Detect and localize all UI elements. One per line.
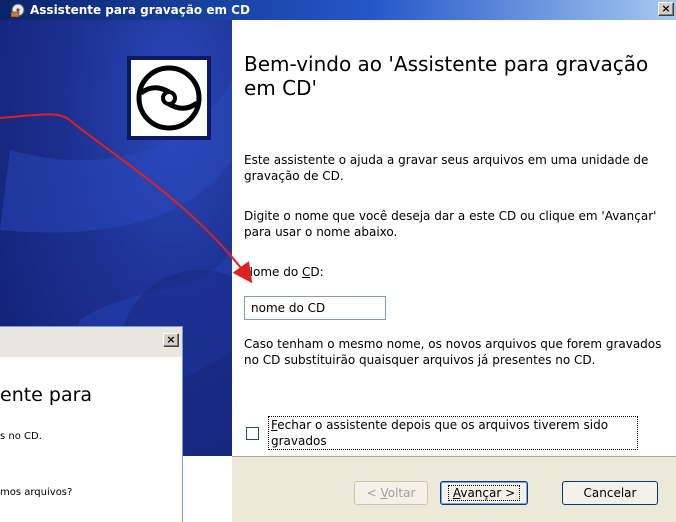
intro-text: Este assistente o ajuda a gravar seus ar… [244,153,649,183]
cd-name-label: Nome do CD: [244,264,664,280]
cd-writer-icon [10,2,26,18]
cd-name-input[interactable] [244,296,386,320]
cd-disc-icon [127,56,211,140]
wizard-heading: Bem-vindo ao 'Assistente para gravação e… [244,52,649,100]
close-wizard-checkbox-label[interactable]: Fechar o assistente depois que os arquiv… [268,416,638,450]
back-button-pre: < [366,486,381,500]
button-bar: < Voltar Avançar > Cancelar [232,456,676,522]
wizard-content: Bem-vindo ao 'Assistente para gravação e… [232,20,676,456]
second-window-title-bar[interactable]: × [0,327,182,357]
close-icon: × [166,333,176,346]
next-button-rest: vançar > [460,486,516,500]
close-checkbox-text: echar o assistente depois que os arquivo… [271,418,609,448]
back-button[interactable]: < Voltar [354,481,428,505]
title-bar[interactable]: Assistente para gravação em CD × [0,0,676,20]
close-wizard-checkbox[interactable] [246,427,259,440]
second-window: × ente para s no CD. mos arquivos? [0,326,183,522]
cd-name-label-post: D: [310,265,324,279]
second-window-close-button[interactable]: × [163,333,179,347]
overwrite-note: Caso tenham o mesmo nome, os novos arqui… [244,337,662,367]
cd-name-label-pre: Nome do [244,265,302,279]
second-window-text-2: mos arquivos? [0,487,73,498]
back-button-rest: oltar [387,486,416,500]
instructions-text: Digite o nome que você deseja dar a este… [244,209,657,239]
next-button[interactable]: Avançar > [440,481,528,505]
window-title: Assistente para gravação em CD [30,3,250,17]
back-button-key: V [380,486,388,500]
second-window-text-1: s no CD. [0,431,42,442]
close-icon: × [661,2,671,15]
close-button[interactable]: × [658,2,674,16]
cancel-button[interactable]: Cancelar [562,481,658,505]
second-window-heading: ente para [0,384,93,406]
